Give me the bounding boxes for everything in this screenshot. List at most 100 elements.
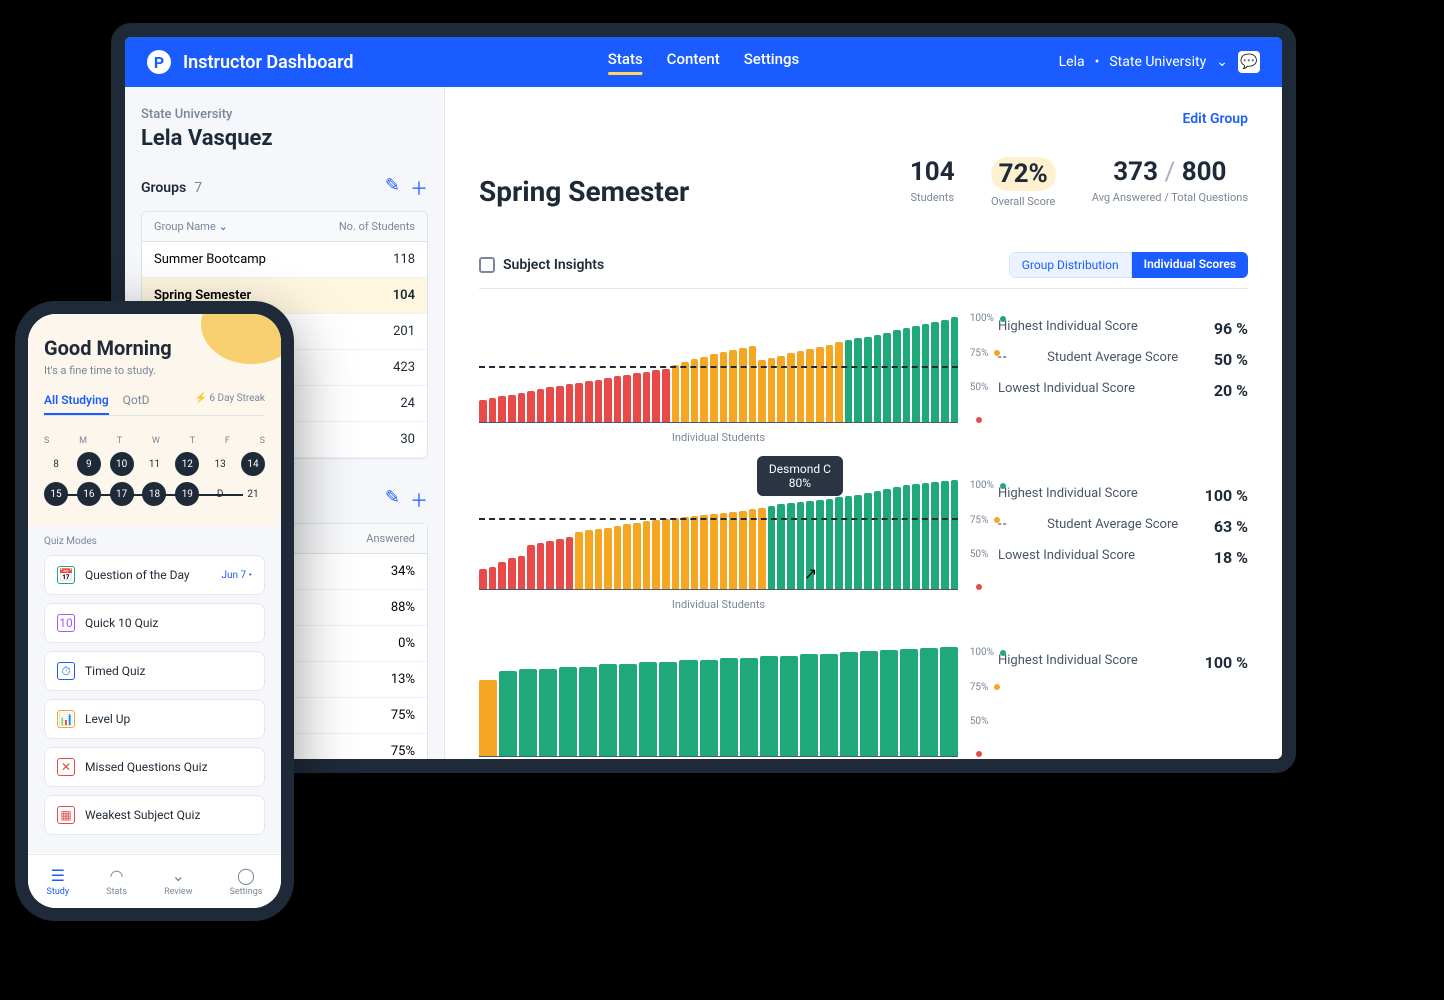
chart-bar[interactable]: [758, 360, 766, 422]
chart-bar[interactable]: [922, 324, 930, 422]
quiz-mode-card[interactable]: 📊Level Up: [44, 699, 265, 739]
chart-bar[interactable]: [518, 556, 526, 589]
chart-bar[interactable]: [623, 375, 631, 422]
chat-icon[interactable]: 💬: [1238, 51, 1260, 73]
chart-bar[interactable]: [893, 330, 901, 422]
chart-bar[interactable]: [860, 651, 878, 756]
chart-bar[interactable]: [546, 541, 554, 589]
chart-bar[interactable]: [760, 656, 778, 756]
col-group-name[interactable]: Group Name: [154, 220, 216, 233]
quiz-mode-card[interactable]: ▦Weakest Subject Quiz: [44, 795, 265, 835]
chart-bar[interactable]: [519, 669, 537, 756]
chart-bar[interactable]: [820, 654, 838, 756]
chart-bar[interactable]: [840, 652, 858, 756]
chart-bar[interactable]: [729, 350, 737, 422]
calendar-day[interactable]: 21: [241, 482, 265, 506]
chart-bar[interactable]: [787, 353, 795, 422]
chart-bar[interactable]: [912, 484, 920, 589]
study-tab[interactable]: QotD: [123, 393, 150, 415]
chart-bar[interactable]: [498, 562, 506, 589]
chart-bar[interactable]: [537, 543, 545, 589]
chart-bar[interactable]: [659, 662, 677, 756]
chart-bar[interactable]: [826, 499, 834, 589]
calendar-day[interactable]: 8: [44, 452, 68, 476]
nav-review[interactable]: ⌄Review: [164, 866, 192, 897]
chart-bar[interactable]: [854, 338, 862, 422]
chart-bar[interactable]: [874, 491, 882, 589]
quiz-mode-card[interactable]: 10Quick 10 Quiz: [44, 603, 265, 643]
calendar-day[interactable]: 12: [175, 452, 199, 476]
chart-bar[interactable]: [652, 520, 660, 589]
chart-bar[interactable]: [652, 370, 660, 422]
calendar-day[interactable]: 15: [44, 482, 68, 506]
chart-bar[interactable]: [797, 351, 805, 422]
chart-bar[interactable]: [489, 398, 497, 422]
chart-bar[interactable]: [604, 528, 612, 589]
nav-stats[interactable]: ◠Stats: [106, 866, 127, 897]
chart-bar[interactable]: [854, 495, 862, 589]
chart-bar[interactable]: [614, 526, 622, 589]
chart-bar[interactable]: [951, 317, 959, 422]
chart-bar[interactable]: [835, 342, 843, 422]
chart-bar[interactable]: [633, 373, 641, 422]
chart-bar[interactable]: [758, 508, 766, 589]
calendar-day[interactable]: 16: [77, 482, 101, 506]
chart-bar[interactable]: [864, 493, 872, 589]
group-row[interactable]: Summer Bootcamp118: [142, 242, 427, 278]
study-tab[interactable]: All Studying: [44, 393, 109, 415]
chart-bar[interactable]: [662, 369, 670, 422]
calendar-day[interactable]: 11: [142, 452, 166, 476]
chart-bar[interactable]: [559, 667, 577, 756]
chart-bar[interactable]: [479, 569, 487, 589]
chart-bar[interactable]: [931, 322, 939, 422]
chart-bar[interactable]: [546, 387, 554, 422]
chart-bar[interactable]: [729, 512, 737, 589]
nav-tab-settings[interactable]: Settings: [744, 50, 800, 75]
chart-bar[interactable]: [720, 352, 728, 422]
chart-bar[interactable]: [556, 539, 564, 589]
chart-bar[interactable]: [623, 524, 631, 589]
chart-bar[interactable]: [556, 386, 564, 422]
calendar-day[interactable]: 10: [110, 452, 134, 476]
chart-bar[interactable]: [643, 521, 651, 589]
chart-bar[interactable]: [499, 671, 517, 756]
add-icon[interactable]: ＋: [410, 487, 428, 513]
chart-bar[interactable]: [633, 523, 641, 589]
chart-bar[interactable]: [912, 326, 920, 422]
chart-bar[interactable]: [575, 383, 583, 422]
add-icon[interactable]: ＋: [410, 175, 428, 201]
chart-bar[interactable]: [700, 660, 718, 756]
chart-bar[interactable]: [508, 558, 516, 589]
quiz-mode-card[interactable]: 📅Question of the DayJun 7 •: [44, 555, 265, 595]
chart-bar[interactable]: [527, 545, 535, 589]
chart-bar[interactable]: [883, 489, 891, 589]
chart-bar[interactable]: [691, 359, 699, 422]
nav-settings[interactable]: ◯Settings: [230, 866, 263, 897]
chart-bar[interactable]: [619, 664, 637, 756]
chart-bar[interactable]: [508, 395, 516, 422]
chart-bar[interactable]: [579, 667, 597, 756]
chart-bar[interactable]: [599, 664, 617, 756]
chart-bar[interactable]: [614, 376, 622, 422]
chart-bar[interactable]: [527, 391, 535, 422]
chart-bar[interactable]: [672, 518, 680, 589]
calendar-day[interactable]: 17: [110, 482, 134, 506]
edit-icon[interactable]: ✎: [385, 175, 400, 201]
toggle-group-distribution[interactable]: Group Distribution: [1009, 252, 1132, 278]
chart-bar[interactable]: [787, 503, 795, 589]
edit-group-link[interactable]: Edit Group: [1183, 111, 1248, 127]
calendar-day[interactable]: 13: [208, 452, 232, 476]
chart-bar[interactable]: [903, 485, 911, 589]
chart-bar[interactable]: [739, 348, 747, 422]
chart-bar[interactable]: [740, 658, 758, 756]
nav-study[interactable]: ☰Study: [47, 866, 70, 897]
chart-bar[interactable]: [479, 400, 487, 422]
chart-bar[interactable]: [479, 680, 497, 756]
chart-bar[interactable]: [700, 515, 708, 589]
edit-icon[interactable]: ✎: [385, 487, 400, 513]
chart-bar[interactable]: [720, 513, 728, 589]
chart-bar[interactable]: [941, 320, 949, 422]
chart-bar[interactable]: [845, 340, 853, 422]
chart-bar[interactable]: [880, 650, 898, 756]
chart-bar[interactable]: [595, 529, 603, 589]
